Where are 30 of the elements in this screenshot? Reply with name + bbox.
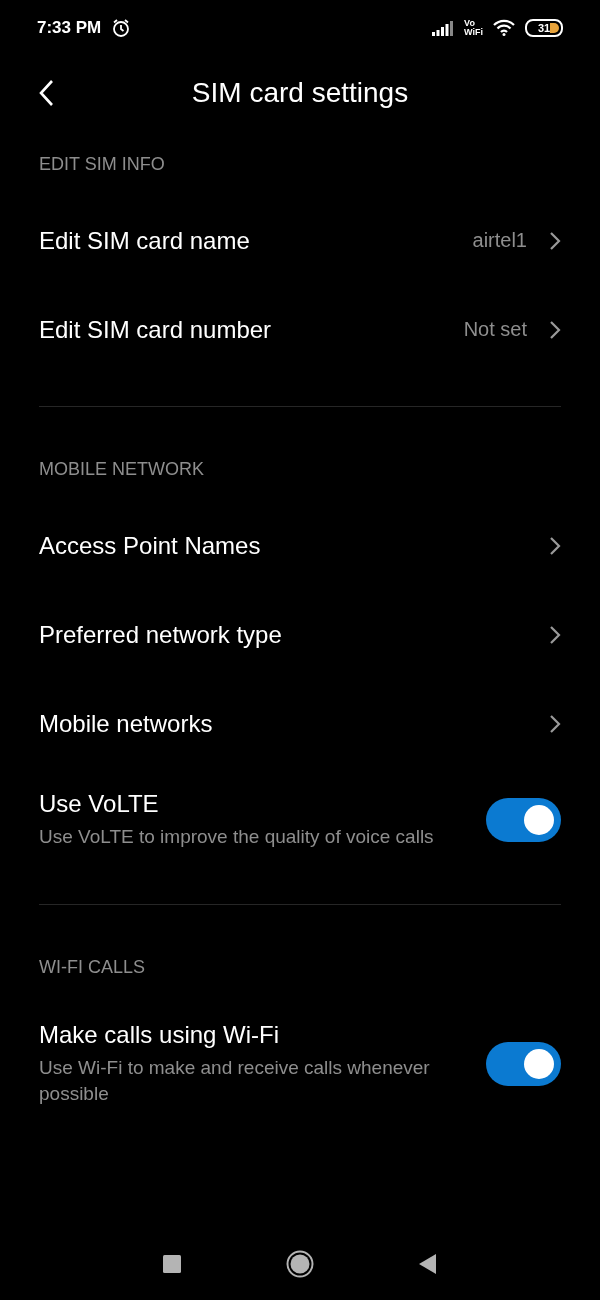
setting-value: airtel1 [472, 229, 527, 252]
setting-label[interactable]: Mobile networks [39, 709, 527, 738]
setting-description: Use VoLTE to improve the quality of voice calls [39, 825, 435, 849]
setting-label[interactable]: Access Point Names [39, 531, 527, 560]
battery-indicator: 31 [525, 18, 563, 37]
page-title: SIM card settings [191, 76, 409, 109]
section-header: MOBILE NETWORK [39, 457, 205, 481]
chevron-right-icon [549, 624, 561, 645]
chevron-right-icon [549, 230, 561, 251]
toggle-switch[interactable] [486, 798, 561, 842]
toggle-switch[interactable] [486, 1042, 561, 1086]
status-time: 7:33 PM [37, 17, 102, 38]
alarm-clock-icon [111, 17, 132, 38]
chevron-right-icon [549, 535, 561, 556]
setting-label[interactable]: Edit SIM card number [39, 315, 442, 344]
section-header: WI-FI CALLS [39, 955, 146, 979]
vowifi-label: Vo WiFi [464, 18, 483, 37]
chevron-right-icon [549, 319, 561, 340]
home-button[interactable] [286, 1250, 314, 1278]
setting-label[interactable]: Edit SIM card name [39, 226, 451, 255]
setting-description: Use Wi-Fi to make and receive calls whenever possible [39, 1056, 431, 1106]
setting-label: Use VoLTE [39, 790, 160, 818]
section-header: EDIT SIM INFO [39, 152, 166, 176]
setting-label[interactable]: Preferred network type [39, 620, 527, 649]
signal-icon [432, 19, 455, 36]
setting-label: Make calls using Wi-Fi [39, 1021, 281, 1049]
setting-value: Not set [463, 318, 527, 341]
chevron-right-icon [549, 713, 561, 734]
wifi-icon [493, 19, 515, 36]
back-nav-button[interactable] [419, 1254, 437, 1274]
